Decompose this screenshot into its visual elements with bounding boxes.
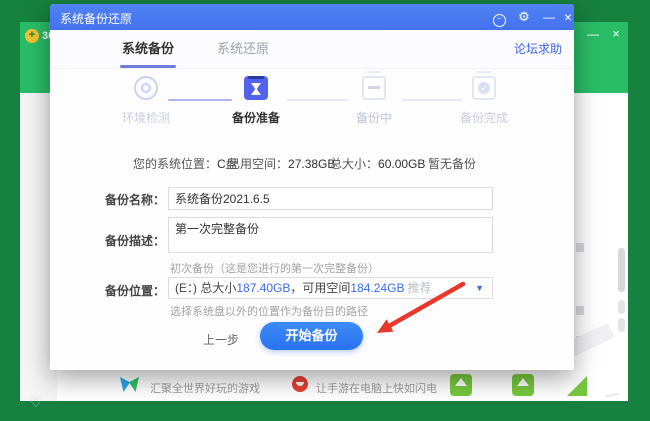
step-backing-up: 备份中 [334, 76, 414, 126]
summary-label: 暂无备份 [428, 157, 476, 171]
disk-summary-row: 您的系统位置：C盘 已用空间：27.38GB 总大小：60.00GB 暂无备份 [50, 155, 574, 171]
tab-system-restore[interactable]: 系统还原 [216, 30, 270, 68]
total-size-info: 总大小：60.00GB [330, 155, 425, 172]
location-text: ，可用空间 [290, 281, 350, 295]
promo-text: 汇聚全世界好玩的游戏 [150, 380, 260, 396]
forum-help-link[interactable]: 论坛求助 [514, 30, 562, 68]
progress-steps: 环境检测 备份准备 备份中 ✓ [50, 68, 574, 140]
dropdown-caret-icon[interactable]: ▼ [475, 278, 484, 298]
tab-system-backup[interactable]: 系统备份 [120, 30, 176, 68]
hourglass-icon [244, 76, 268, 100]
360-logo-icon: + [25, 29, 39, 43]
backup-description-hint: 初次备份（这是您进行的第一次完整备份） [170, 260, 379, 276]
previous-step-button[interactable]: 上一步 [203, 331, 239, 348]
backup-location-dropdown[interactable]: (E：) 总大小187.40GB，可用空间184.24GB推荐 ▼ [168, 277, 493, 299]
start-backup-button[interactable]: 开始备份 [260, 322, 363, 350]
no-backup-status: 暂无备份 [428, 155, 476, 172]
summary-value: 27.38GB [288, 157, 335, 171]
step-environment-check: 环境检测 [106, 76, 186, 126]
clipped-text-fragment [576, 306, 584, 315]
backup-name-input[interactable] [168, 187, 493, 210]
desktop-background: + 36 — × ♡ 汇聚全世界好玩的游戏 让手游在电脑上快如闪电 系统备份还原 [0, 0, 650, 421]
feedback-icon[interactable]: − [491, 9, 507, 25]
progress-box-icon [362, 76, 386, 100]
background-close-button[interactable]: × [608, 26, 624, 41]
step-label: 备份准备 [216, 109, 296, 126]
system-location-info: 您的系统位置：C盘 [133, 155, 238, 172]
summary-value: 60.00GB [378, 157, 425, 171]
step-backup-prepare: 备份准备 [216, 76, 296, 126]
magnifier-circle-icon [134, 76, 158, 100]
backup-description-label: 备份描述： [105, 232, 165, 249]
close-button[interactable]: × [560, 9, 576, 25]
summary-label: 您的系统位置： [133, 157, 217, 171]
clipped-text-fragment [576, 243, 584, 252]
recommended-tag: 推荐 [407, 281, 431, 295]
promo-text: 让手游在电脑上快如闪电 [316, 380, 437, 396]
backup-description-input[interactable]: 第一次完整备份 [168, 217, 493, 253]
backup-restore-dialog: 系统备份还原 − ⚙ — × 系统备份 系统还原 论坛求助 环境检测 [50, 4, 574, 370]
summary-label: 已用空间： [228, 157, 288, 171]
background-minimize-button[interactable]: — [585, 27, 601, 41]
settings-gear-icon[interactable]: ⚙ [516, 9, 532, 25]
step-label: 环境检测 [106, 109, 186, 126]
step-label: 备份完成 [444, 109, 524, 126]
feedback-icon-glyph: − [493, 14, 506, 27]
backup-location-hint: 选择系统盘以外的位置作为备份目的路径 [170, 303, 368, 319]
check-box-icon: ✓ [472, 76, 496, 100]
minimize-button[interactable]: — [541, 9, 557, 25]
games-icon [120, 377, 140, 393]
background-promo-row: 汇聚全世界好玩的游戏 让手游在电脑上快如闪电 [20, 372, 628, 401]
used-space-info: 已用空间：27.38GB [228, 155, 335, 172]
location-text: (E：) 总大小 [175, 281, 236, 295]
scrollbar-segment[interactable] [618, 318, 625, 332]
android-app-icon-partial[interactable] [567, 376, 587, 396]
dialog-titlebar: 系统备份还原 − ⚙ — × [50, 4, 574, 30]
step-backup-complete: ✓ 备份完成 [444, 76, 524, 126]
backup-location-label: 备份位置： [105, 282, 165, 299]
tab-bar: 系统备份 系统还原 论坛求助 [50, 30, 574, 69]
mobile-game-icon [292, 376, 308, 392]
dialog-title: 系统备份还原 [60, 10, 132, 27]
summary-label: 总大小： [330, 157, 378, 171]
scrollbar-thumb[interactable] [618, 248, 625, 292]
location-free-space: 184.24GB [350, 281, 404, 295]
check-icon: ✓ [478, 82, 490, 94]
android-app-icon[interactable] [450, 374, 472, 396]
step-label: 备份中 [334, 109, 414, 126]
android-app-icon[interactable] [512, 374, 534, 396]
backup-name-label: 备份名称： [105, 191, 165, 208]
scrollbar-segment[interactable] [618, 300, 625, 314]
location-total-size: 187.40GB [236, 281, 290, 295]
